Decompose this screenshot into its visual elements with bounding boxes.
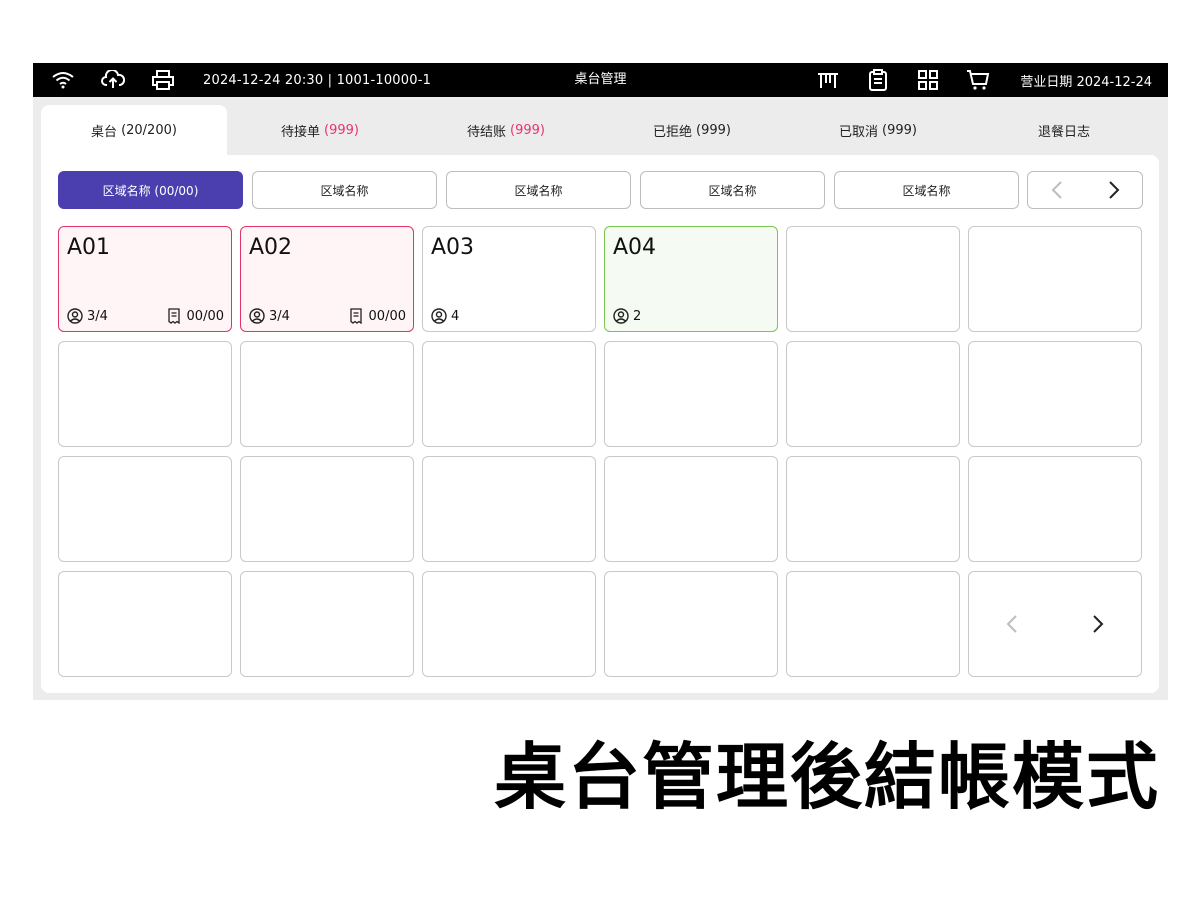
cart-icon[interactable] <box>966 68 990 92</box>
tab-count: (999) <box>696 122 731 138</box>
empty-table-slot <box>968 456 1142 562</box>
user-circle-icon <box>431 308 447 324</box>
area-button[interactable]: 区域名称 <box>446 171 631 209</box>
area-pager <box>1027 171 1143 209</box>
caption-title: 桌台管理後結帳模式 <box>493 735 1160 819</box>
order-count-text: 00/00 <box>368 308 406 324</box>
empty-table-slot <box>786 456 960 562</box>
empty-table-slot <box>58 341 232 447</box>
area-filter-bar: 区域名称 (00/00) 区域名称 区域名称 区域名称 区域名称 <box>58 171 1028 209</box>
empty-table-slot <box>422 341 596 447</box>
guest-count-text: 2 <box>633 308 642 324</box>
tab-count: (999) <box>882 122 917 138</box>
table-card[interactable]: A01 3/4 00/00 <box>58 226 232 332</box>
order-count-text: 00/00 <box>186 308 224 324</box>
empty-table-slot <box>422 571 596 677</box>
empty-table-slot <box>58 456 232 562</box>
tab-count: (20/200) <box>121 122 177 138</box>
tab-label: 待结账 <box>467 124 507 140</box>
chevron-left-icon[interactable] <box>997 609 1027 639</box>
tab-label: 退餐日志 <box>1037 124 1090 140</box>
table-name: A02 <box>249 235 293 260</box>
tab-count: (999) <box>324 122 359 138</box>
table-pager <box>968 571 1142 677</box>
printer-icon[interactable] <box>151 68 175 92</box>
guest-count: 4 <box>431 308 459 324</box>
empty-table-slot <box>786 571 960 677</box>
empty-table-slot <box>604 341 778 447</box>
guest-count-text: 3/4 <box>269 308 290 324</box>
tab-refund-log[interactable]: 退餐日志 <box>971 105 1157 155</box>
chevron-left-icon[interactable] <box>1042 175 1072 205</box>
area-button[interactable]: 区域名称 <box>834 171 1019 209</box>
tab-pending-checkout[interactable]: 待结账 (999) <box>413 105 599 155</box>
empty-table-slot <box>786 226 960 332</box>
empty-table-slot <box>422 456 596 562</box>
order-count: 00/00 <box>349 308 406 324</box>
table-name: A04 <box>613 235 657 260</box>
guest-count: 3/4 <box>249 308 290 324</box>
clipboard-icon[interactable] <box>866 68 890 92</box>
guest-count: 3/4 <box>67 308 108 324</box>
chevron-right-icon[interactable] <box>1099 175 1129 205</box>
guest-count-text: 4 <box>451 308 460 324</box>
grid-icon[interactable] <box>916 68 940 92</box>
table-icon[interactable] <box>816 68 840 92</box>
datetime-label: 2024-12-24 20:30 | 1001-10000-1 <box>203 72 432 88</box>
tab-label: 待接单 <box>281 124 321 140</box>
receipt-icon <box>349 308 365 324</box>
wifi-icon[interactable] <box>51 68 75 92</box>
empty-table-slot <box>604 571 778 677</box>
cloud-upload-icon[interactable] <box>101 68 125 92</box>
business-date-label: 营业日期 2024-12-24 <box>1020 74 1152 90</box>
empty-table-slot <box>968 226 1142 332</box>
table-name: A03 <box>431 235 475 260</box>
table-card[interactable]: A03 4 <box>422 226 596 332</box>
tab-rejected[interactable]: 已拒绝 (999) <box>599 105 785 155</box>
tab-label: 已取消 <box>839 124 879 140</box>
empty-table-slot <box>240 571 414 677</box>
main-panel: 桌台 (20/200) 待接单 (999) 待结账 (999) 已拒绝 (999) 已取… <box>33 97 1168 700</box>
area-button[interactable]: 区域名称 <box>252 171 437 209</box>
guest-count: 2 <box>613 308 641 324</box>
order-count: 00/00 <box>167 308 224 324</box>
table-card[interactable]: A02 3/4 00/00 <box>240 226 414 332</box>
empty-table-slot <box>968 341 1142 447</box>
empty-table-slot <box>240 341 414 447</box>
device-screen: 2024-12-24 20:30 | 1001-10000-1 桌台管理 营业日… <box>33 63 1168 700</box>
empty-table-slot <box>58 571 232 677</box>
tab-bar: 桌台 (20/200) 待接单 (999) 待结账 (999) 已拒绝 (999) 已取… <box>41 105 1159 155</box>
guest-count-text: 3/4 <box>87 308 108 324</box>
empty-table-slot <box>786 341 960 447</box>
tab-count: (999) <box>510 122 545 138</box>
empty-table-slot <box>604 456 778 562</box>
status-bar: 2024-12-24 20:30 | 1001-10000-1 桌台管理 营业日… <box>33 63 1168 97</box>
tab-pending-orders[interactable]: 待接单 (999) <box>227 105 413 155</box>
user-circle-icon <box>67 308 83 324</box>
table-name: A01 <box>67 235 111 260</box>
user-circle-icon <box>613 308 629 324</box>
user-circle-icon <box>249 308 265 324</box>
empty-table-slot <box>240 456 414 562</box>
tab-label: 已拒绝 <box>653 124 693 140</box>
tab-label: 桌台 <box>91 124 118 140</box>
chevron-right-icon[interactable] <box>1083 609 1113 639</box>
area-button[interactable]: 区域名称 <box>640 171 825 209</box>
receipt-icon <box>167 308 183 324</box>
table-card[interactable]: A04 2 <box>604 226 778 332</box>
tables-content: 区域名称 (00/00) 区域名称 区域名称 区域名称 区域名称 A01 3/4 <box>41 155 1159 693</box>
tab-tables[interactable]: 桌台 (20/200) <box>41 105 227 155</box>
area-button[interactable]: 区域名称 (00/00) <box>58 171 243 209</box>
tab-cancelled[interactable]: 已取消 (999) <box>785 105 971 155</box>
table-grid: A01 3/4 00/00 A02 3/4 00/00 A03 4 A04 2 <box>58 226 1142 677</box>
